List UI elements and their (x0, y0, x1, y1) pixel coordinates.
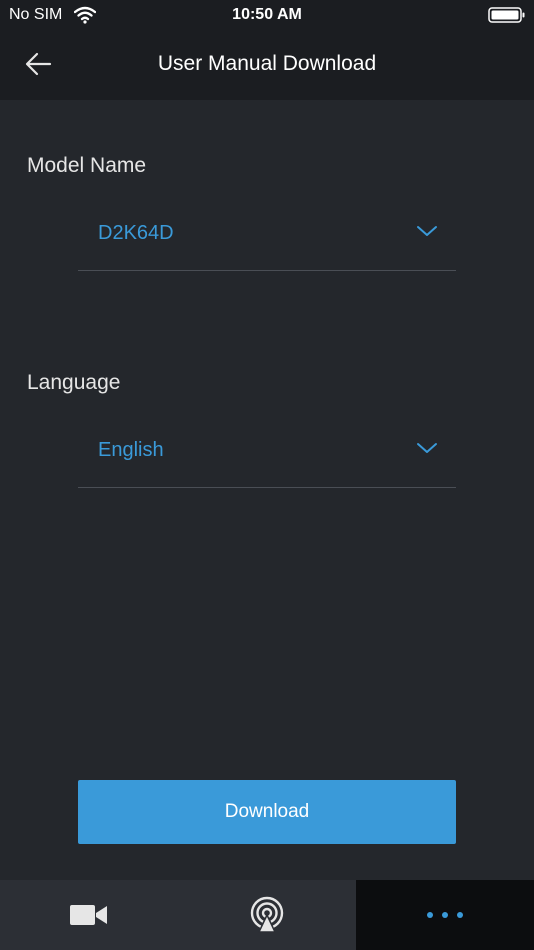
download-button[interactable]: Download (78, 780, 456, 844)
page-title: User Manual Download (157, 52, 377, 75)
tab-bar (0, 880, 534, 950)
model-name-value: D2K64D (98, 222, 174, 244)
broadcast-icon (250, 896, 284, 933)
language-value: English (98, 439, 164, 461)
model-name-select[interactable]: D2K64D (78, 210, 456, 271)
more-dots-icon (427, 912, 463, 918)
model-name-label: Model Name (27, 154, 147, 177)
tab-video[interactable] (0, 880, 178, 950)
header: No SIM 10:50 AM User Manual Download (0, 0, 534, 100)
battery-icon (488, 7, 525, 23)
clock: 10:50 AM (232, 6, 302, 23)
status-bar: No SIM 10:50 AM (0, 0, 534, 32)
chevron-down-icon (417, 226, 437, 236)
language-select[interactable]: English (78, 427, 456, 488)
language-label: Language (27, 371, 121, 394)
tab-more[interactable] (356, 880, 534, 950)
video-camera-icon (70, 905, 107, 925)
tab-broadcast[interactable] (178, 880, 356, 950)
nav-bar: User Manual Download (0, 38, 534, 90)
chevron-down-icon (417, 443, 437, 453)
